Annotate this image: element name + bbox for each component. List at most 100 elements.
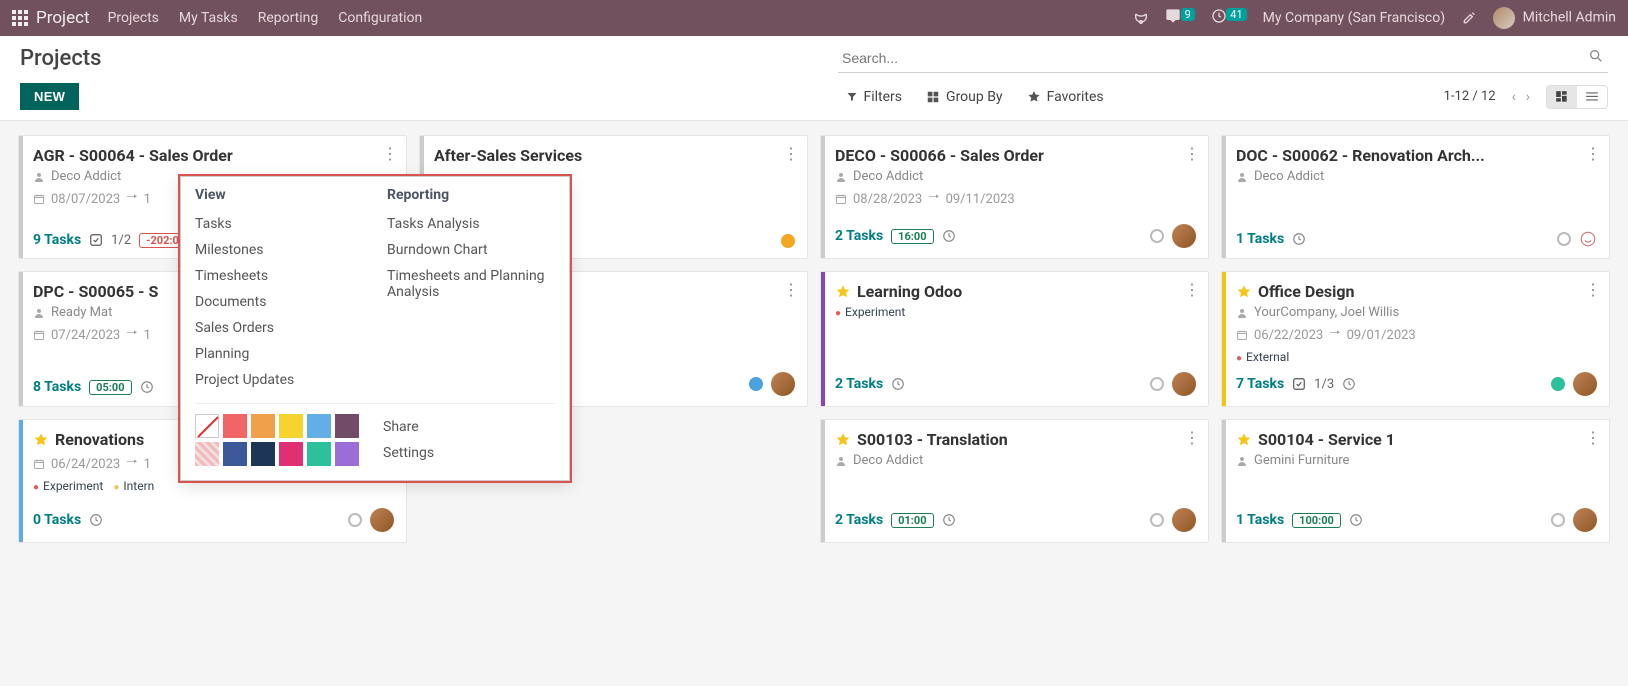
card-kebab-icon[interactable]: ⋮ [1585,144,1601,163]
assignee-avatar[interactable] [1573,372,1597,396]
card-kebab-icon[interactable]: ⋮ [783,144,799,163]
card-kebab-icon[interactable]: ⋮ [1184,280,1200,299]
filters-button[interactable]: Filters [846,89,903,105]
project-card[interactable]: ⋮DECO - S00066 - Sales OrderDeco Addict0… [820,135,1209,259]
assignee-avatar[interactable] [771,372,795,396]
assignee-avatar[interactable] [1172,372,1196,396]
tasks-count[interactable]: 7 Tasks [1236,376,1284,392]
tasks-count[interactable]: 8 Tasks [33,379,81,395]
pager-next[interactable]: › [1526,89,1530,105]
view-switcher [1546,85,1608,109]
status-ring[interactable] [1150,229,1164,243]
assignee-avatar[interactable] [370,508,394,532]
dropdown-documents[interactable]: Documents [195,289,363,315]
color-swatch[interactable] [251,442,275,466]
dropdown-burndown-chart[interactable]: Burndown Chart [387,237,555,263]
dropdown-share[interactable]: Share [383,414,434,440]
dropdown-tasks-analysis[interactable]: Tasks Analysis [387,211,555,237]
card-kebab-icon[interactable]: ⋮ [1184,428,1200,447]
check-count: 1/3 [1314,377,1334,392]
nav-configuration[interactable]: Configuration [338,10,422,26]
card-dates: 08/28/2023🠒09/11/2023 [835,188,1196,210]
tasks-count[interactable]: 1 Tasks [1236,231,1284,247]
project-card[interactable]: ⋮DOC - S00062 - Renovation Arch...Deco A… [1221,135,1610,259]
assignee-avatar[interactable] [1172,508,1196,532]
card-kebab-icon[interactable]: ⋮ [1585,280,1601,299]
tools-icon[interactable] [1461,10,1477,26]
project-card[interactable]: ⋮Learning OdooExperiment2 Tasks [820,271,1209,407]
status-ring[interactable] [1150,513,1164,527]
star-icon[interactable] [835,432,851,448]
card-kebab-icon[interactable]: ⋮ [783,280,799,299]
search-input[interactable] [838,44,1608,73]
company-switcher[interactable]: My Company (San Francisco) [1263,10,1445,26]
color-swatch[interactable] [223,442,247,466]
nav-projects[interactable]: Projects [108,10,159,26]
tasks-count[interactable]: 2 Tasks [835,512,883,528]
list-view-button[interactable] [1577,86,1607,108]
project-card[interactable]: ⋮Office DesignYourCompany, Joel Willis06… [1221,271,1610,407]
tasks-count[interactable]: 0 Tasks [33,512,81,528]
color-swatch[interactable] [223,414,247,438]
color-swatch[interactable] [279,442,303,466]
status-dot[interactable] [749,377,763,391]
color-swatch[interactable] [195,442,219,466]
tasks-count[interactable]: 9 Tasks [33,232,81,248]
tasks-count[interactable]: 2 Tasks [835,376,883,392]
dropdown-timesheets[interactable]: Timesheets [195,263,363,289]
favorites-button[interactable]: Favorites [1027,89,1104,105]
groupby-button[interactable]: Group By [926,89,1003,105]
star-icon[interactable] [33,432,49,448]
nav-reporting[interactable]: Reporting [258,10,319,26]
tasks-count[interactable]: 1 Tasks [1236,512,1284,528]
apps-icon[interactable] [12,10,28,26]
color-swatch[interactable] [195,414,219,438]
assignee-avatar[interactable] [1573,508,1597,532]
color-swatch[interactable] [279,414,303,438]
kanban-view-button[interactable] [1547,86,1577,108]
status-dot[interactable] [1551,377,1565,391]
brand[interactable]: Project [12,8,90,28]
card-kebab-icon[interactable]: ⋮ [1585,428,1601,447]
card-customer: Gemini Furniture [1236,453,1597,468]
status-ring[interactable] [1150,377,1164,391]
color-swatch[interactable] [335,442,359,466]
tasks-count[interactable]: 2 Tasks [835,228,883,244]
status-dot[interactable] [781,234,795,248]
status-ring[interactable] [348,513,362,527]
search-icon[interactable] [1588,48,1604,64]
user-menu[interactable]: Mitchell Admin [1493,7,1616,29]
status-ring[interactable] [1557,232,1571,246]
color-swatch[interactable] [307,414,331,438]
color-swatch[interactable] [307,442,331,466]
color-swatch[interactable] [251,414,275,438]
chat-icon [1165,8,1181,24]
clock-icon-wrap[interactable]: 41 [1211,8,1247,28]
assignee-avatar[interactable] [1172,224,1196,248]
project-card[interactable]: ⋮S00104 - Service 1Gemini Furniture1 Tas… [1221,419,1610,543]
dropdown-timesheets-planning[interactable]: Timesheets and Planning Analysis [387,263,555,305]
dropdown-milestones[interactable]: Milestones [195,237,363,263]
color-swatch[interactable] [335,414,359,438]
dropdown-sales-orders[interactable]: Sales Orders [195,315,363,341]
dropdown-tasks[interactable]: Tasks [195,211,363,237]
nav-my-tasks[interactable]: My Tasks [179,10,238,26]
smiley-icon[interactable] [1579,230,1597,248]
star-icon[interactable] [835,284,851,300]
star-icon[interactable] [1236,432,1252,448]
status-ring[interactable] [1551,513,1565,527]
card-stripe [19,136,23,258]
dropdown-planning[interactable]: Planning [195,341,363,367]
star-icon[interactable] [1236,284,1252,300]
project-card[interactable]: ⋮S00103 - TranslationDeco Addict2 Tasks0… [820,419,1209,543]
pager-prev[interactable]: ‹ [1512,89,1516,105]
phone-icon[interactable] [1133,10,1149,26]
dropdown-settings[interactable]: Settings [383,440,434,466]
card-stripe [821,272,825,406]
chat-icon-wrap[interactable]: 9 [1165,8,1195,28]
card-kebab-icon[interactable]: ⋮ [382,144,398,163]
new-button[interactable]: NEW [20,83,79,110]
card-kebab-icon[interactable]: ⋮ [1184,144,1200,163]
card-tags: External [1236,350,1597,364]
dropdown-project-updates[interactable]: Project Updates [195,367,363,393]
